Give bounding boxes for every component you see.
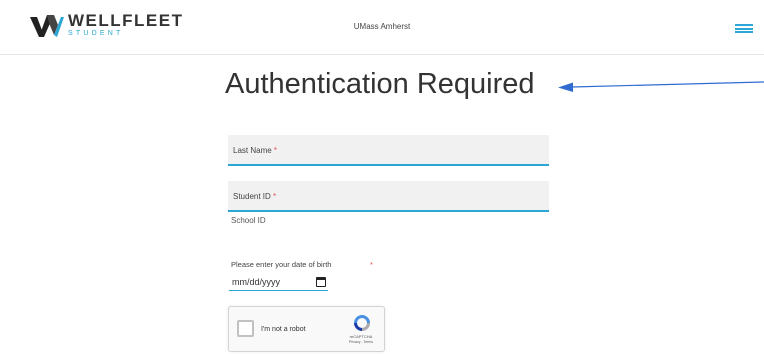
last-name-field[interactable]: Last Name * — [228, 135, 549, 166]
required-marker: * — [273, 192, 277, 201]
last-name-label: Last Name * — [233, 146, 278, 155]
recaptcha-label: I'm not a robot — [261, 326, 306, 333]
student-id-help-text: School ID — [231, 216, 266, 225]
brand-subtitle: STUDENT — [68, 30, 124, 37]
recaptcha-links[interactable]: Privacy - Terms — [341, 340, 381, 344]
recaptcha-widget: I'm not a robot reCAPTCHA Privacy - Term… — [228, 306, 385, 352]
menu-bar — [735, 24, 753, 26]
menu-bar — [735, 27, 753, 30]
dob-required-marker: * — [370, 260, 373, 269]
calendar-icon[interactable] — [316, 277, 326, 287]
top-header: WELLFLEET STUDENT UMass Amherst — [0, 0, 764, 55]
menu-bar — [735, 31, 753, 33]
recaptcha-logo-icon — [354, 315, 370, 331]
school-name: UMass Amherst — [353, 22, 411, 31]
page-title: Authentication Required — [225, 68, 535, 100]
dob-input[interactable]: mm/dd/yyyy — [229, 274, 328, 291]
hamburger-icon[interactable] — [735, 24, 753, 33]
student-id-label: Student ID * — [233, 192, 277, 201]
recaptcha-brand: reCAPTCHA — [349, 334, 373, 339]
dob-label: Please enter your date of birth — [231, 260, 332, 269]
student-id-field[interactable]: Student ID * — [228, 181, 549, 212]
required-marker: * — [273, 146, 278, 155]
recaptcha-checkbox[interactable] — [237, 320, 254, 337]
dob-placeholder: mm/dd/yyyy — [232, 277, 281, 287]
